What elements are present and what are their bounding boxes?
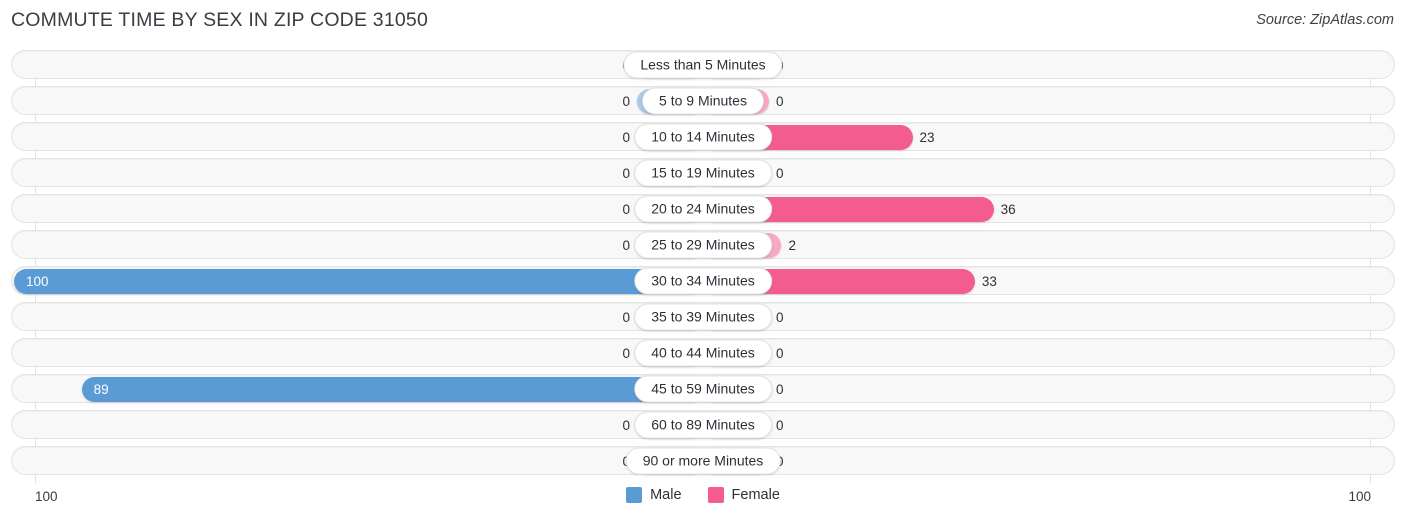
chart-row[interactable]: 0 0 60 to 89 Minutes bbox=[11, 410, 1395, 439]
chart-row[interactable]: 100 33 30 to 34 Minutes bbox=[11, 266, 1395, 295]
category-label: 5 to 9 Minutes bbox=[642, 87, 764, 114]
legend-swatch-female-icon bbox=[707, 487, 724, 503]
category-label: 90 or more Minutes bbox=[625, 447, 781, 474]
male-bar[interactable]: 89 bbox=[81, 377, 703, 402]
category-label: 15 to 19 Minutes bbox=[634, 159, 772, 186]
male-value: 0 bbox=[622, 309, 630, 325]
male-track: 0 bbox=[14, 89, 703, 114]
male-value: 0 bbox=[622, 345, 630, 361]
category-label: Less than 5 Minutes bbox=[623, 51, 783, 78]
female-value: 36 bbox=[1000, 201, 1016, 217]
chart-page: COMMUTE TIME BY SEX IN ZIP CODE 31050 So… bbox=[0, 0, 1406, 522]
female-value: 0 bbox=[776, 417, 784, 433]
category-label: 20 to 24 Minutes bbox=[634, 195, 772, 222]
chart-row[interactable]: 0 23 10 to 14 Minutes bbox=[11, 122, 1395, 151]
male-track: 0 bbox=[14, 233, 703, 258]
chart-row[interactable]: 00Less than 5 Minutes bbox=[11, 50, 1395, 79]
legend-item-male[interactable]: Male bbox=[626, 487, 682, 503]
male-track: 100 bbox=[14, 269, 703, 294]
male-track: 0 bbox=[14, 413, 703, 438]
legend-label-female: Female bbox=[731, 487, 780, 503]
male-track: 0 bbox=[14, 125, 703, 150]
female-track: 0 bbox=[703, 413, 1392, 438]
male-value: 0 bbox=[622, 129, 630, 145]
female-track: 36 bbox=[703, 197, 1392, 222]
category-label: 25 to 29 Minutes bbox=[634, 231, 772, 258]
male-track: 0 bbox=[14, 341, 703, 366]
male-bar[interactable]: 100 bbox=[14, 269, 703, 294]
male-track: 0 bbox=[14, 197, 703, 222]
category-label: 60 to 89 Minutes bbox=[634, 411, 772, 438]
male-value: 0 bbox=[622, 93, 630, 109]
female-track: 0 bbox=[703, 53, 1392, 78]
chart-row[interactable]: 0 36 20 to 24 Minutes bbox=[11, 194, 1395, 223]
chart-row[interactable]: 0 0 5 to 9 Minutes bbox=[11, 86, 1395, 115]
legend-item-female[interactable]: Female bbox=[707, 487, 780, 503]
female-track: 33 bbox=[703, 269, 1392, 294]
category-label: 35 to 39 Minutes bbox=[634, 303, 772, 330]
legend-label-male: Male bbox=[650, 487, 682, 503]
female-track: 0 bbox=[703, 449, 1392, 474]
chart-rows: 00Less than 5 Minutes005 to 9 Minutes023… bbox=[11, 50, 1395, 475]
female-track: 2 bbox=[703, 233, 1392, 258]
female-value: 0 bbox=[776, 381, 784, 397]
female-value: 0 bbox=[776, 93, 784, 109]
female-value: 33 bbox=[981, 273, 997, 289]
female-track: 0 bbox=[703, 305, 1392, 330]
chart-legend: Male Female bbox=[0, 487, 1406, 503]
female-track: 0 bbox=[703, 161, 1392, 186]
chart-row[interactable]: 0 0 35 to 39 Minutes bbox=[11, 302, 1395, 331]
female-track: 0 bbox=[703, 341, 1392, 366]
chart-row[interactable]: 89 0 45 to 59 Minutes bbox=[11, 374, 1395, 403]
male-track: 0 bbox=[14, 449, 703, 474]
male-track: 0 bbox=[14, 305, 703, 330]
category-label: 10 to 14 Minutes bbox=[634, 123, 772, 150]
male-value: 0 bbox=[622, 201, 630, 217]
page-title: COMMUTE TIME BY SEX IN ZIP CODE 31050 bbox=[11, 9, 429, 31]
chart-row[interactable]: 0 0 40 to 44 Minutes bbox=[11, 338, 1395, 367]
category-label: 40 to 44 Minutes bbox=[634, 339, 772, 366]
male-value: 100 bbox=[26, 273, 49, 289]
chart-row[interactable]: 0 2 25 to 29 Minutes bbox=[11, 230, 1395, 259]
male-track: 89 bbox=[14, 377, 703, 402]
female-value: 0 bbox=[776, 309, 784, 325]
female-value: 2 bbox=[788, 237, 796, 253]
chart-row[interactable]: 0 0 15 to 19 Minutes bbox=[11, 158, 1395, 187]
male-value: 0 bbox=[622, 165, 630, 181]
female-track: 0 bbox=[703, 377, 1392, 402]
chart-plot-area: 00Less than 5 Minutes005 to 9 Minutes023… bbox=[11, 50, 1395, 483]
female-value: 23 bbox=[919, 129, 935, 145]
female-value: 0 bbox=[776, 345, 784, 361]
chart-row[interactable]: 0090 or more Minutes bbox=[11, 446, 1395, 475]
male-value: 0 bbox=[622, 237, 630, 253]
category-label: 30 to 34 Minutes bbox=[634, 267, 772, 294]
category-label: 45 to 59 Minutes bbox=[634, 375, 772, 402]
male-track: 0 bbox=[14, 161, 703, 186]
legend-swatch-male-icon bbox=[626, 487, 643, 503]
source-attribution: Source: ZipAtlas.com bbox=[1256, 12, 1394, 28]
male-value: 0 bbox=[622, 417, 630, 433]
female-track: 23 bbox=[703, 125, 1392, 150]
male-value: 89 bbox=[93, 381, 109, 397]
female-track: 0 bbox=[703, 89, 1392, 114]
male-track: 0 bbox=[14, 53, 703, 78]
female-value: 0 bbox=[776, 165, 784, 181]
